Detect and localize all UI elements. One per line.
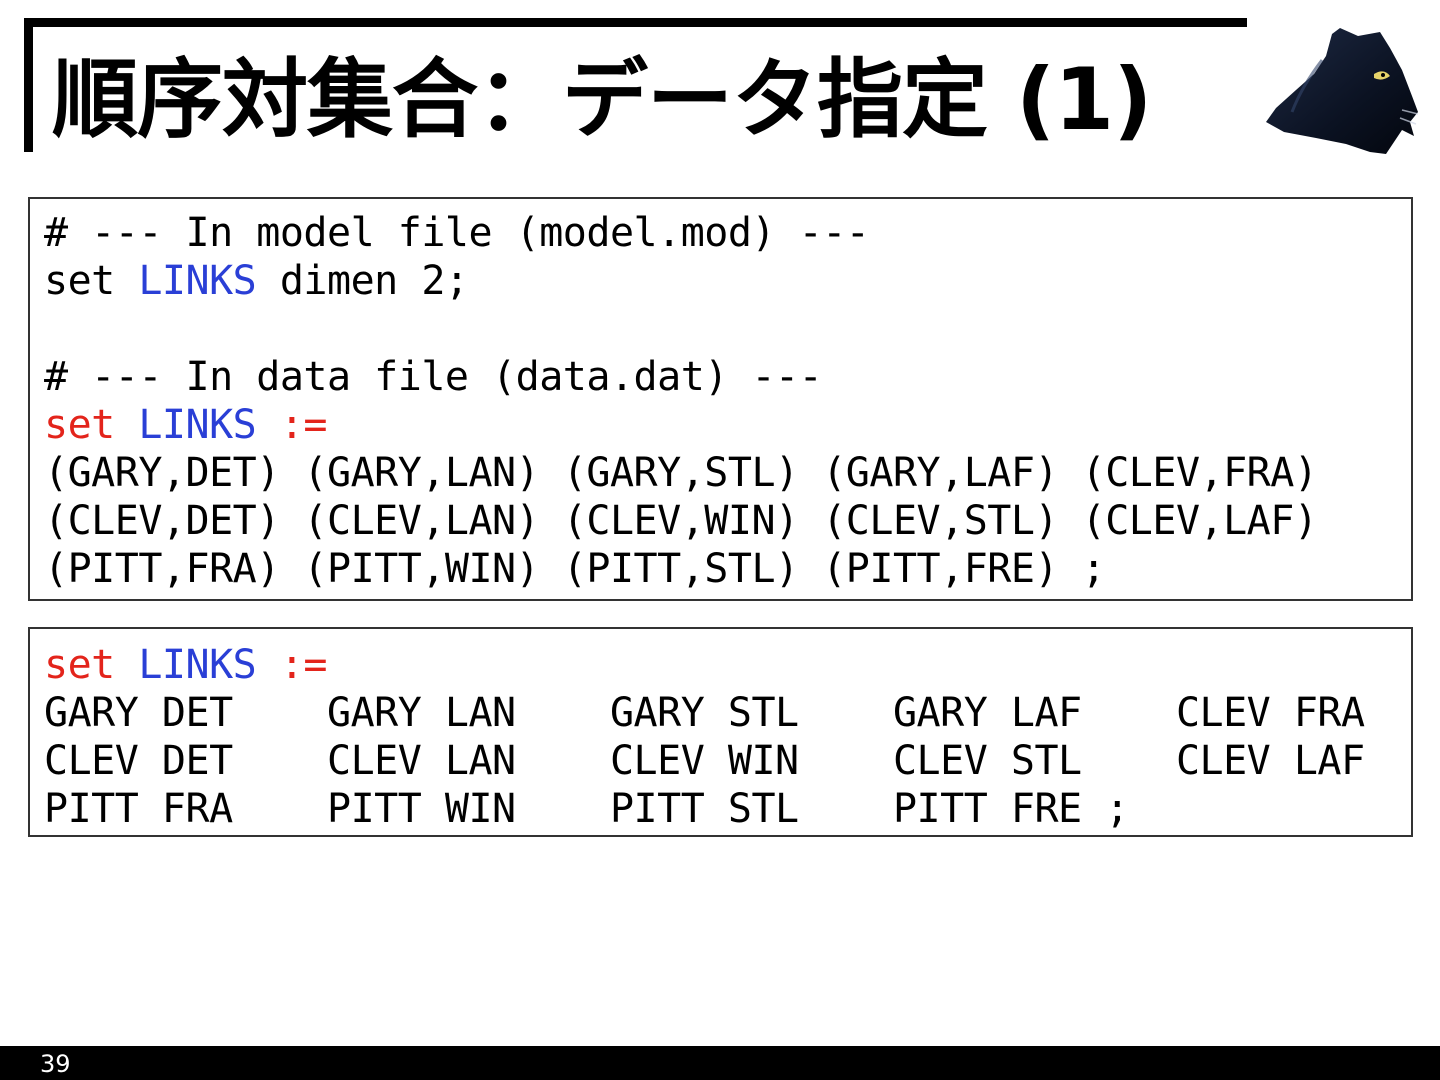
alternate-data-code-box: set LINKS := GARY DET GARY LAN GARY STL …: [28, 627, 1413, 837]
data-set-line: set LINKS :=: [44, 401, 1317, 449]
data-set-keyword: set: [44, 402, 115, 448]
page-number: 39: [40, 1050, 71, 1078]
data-row-3: (PITT,FRA) (PITT,WIN) (PITT,STL) (PITT,F…: [44, 546, 1106, 592]
alt-row-2: CLEV DET CLEV LAN CLEV WIN CLEV STL CLEV…: [44, 738, 1365, 784]
data-set-name: LINKS: [138, 402, 257, 448]
title-rule-left: [24, 18, 33, 152]
alt-assign: :=: [256, 642, 328, 688]
black-cat-head-icon: [1266, 28, 1419, 154]
decl-set-name: LINKS: [138, 258, 257, 304]
data-space: [115, 402, 139, 448]
footer-bar: 39: [0, 1046, 1440, 1080]
decl-set-keyword: set: [44, 258, 139, 304]
title-rule-top: [24, 18, 1247, 27]
model-comment-line: # --- In model file (model.mod) ---: [44, 210, 870, 256]
alt-set-name: LINKS: [138, 642, 257, 688]
model-and-data-code-box: # --- In model file (model.mod) --- set …: [28, 197, 1413, 601]
alt-row-1: GARY DET GARY LAN GARY STL GARY LAF CLEV…: [44, 690, 1365, 736]
model-decl-line: set LINKS dimen 2;: [44, 257, 1317, 305]
alt-set-line: set LINKS :=: [44, 641, 1365, 689]
data-row-2: (CLEV,DET) (CLEV,LAN) (CLEV,WIN) (CLEV,S…: [44, 498, 1318, 544]
slide-title: 順序対集合：データ指定 (1): [52, 50, 1152, 150]
data-comment-line: # --- In data file (data.dat) ---: [44, 354, 823, 400]
decl-rest: dimen 2;: [256, 258, 469, 304]
alt-set-keyword: set: [44, 642, 115, 688]
alt-space: [115, 642, 139, 688]
alt-row-3: PITT FRA PITT WIN PITT STL PITT FRE ;: [44, 786, 1129, 832]
data-assign: :=: [256, 402, 328, 448]
data-row-1: (GARY,DET) (GARY,LAN) (GARY,STL) (GARY,L…: [44, 450, 1318, 496]
